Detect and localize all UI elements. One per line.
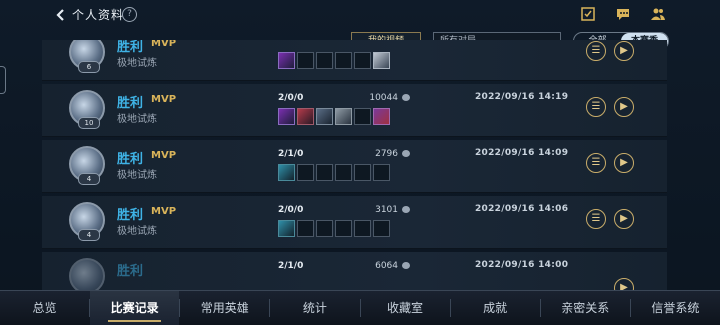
match-row[interactable]: 10 胜利 MVP 极地试炼 2/0/0 10044 2022/09/16 14… bbox=[42, 84, 667, 137]
score-value: 6064 bbox=[375, 261, 398, 271]
tab-match-history[interactable]: 比赛记录 bbox=[90, 291, 180, 325]
match-datetime: 2022/09/16 14:00 bbox=[475, 260, 569, 270]
list-icon[interactable]: ☰ bbox=[586, 153, 606, 173]
match-row[interactable]: 胜利 2/1/0 6064 2022/09/16 14:00 ▶ bbox=[42, 252, 667, 290]
match-row[interactable]: 4 胜利 MVP 极地试炼 2/0/0 3101 2022/09/16 14:0… bbox=[42, 196, 667, 249]
item-slot bbox=[316, 220, 333, 237]
item-slot bbox=[354, 52, 371, 69]
match-datetime: 2022/09/16 14:09 bbox=[475, 148, 569, 158]
list-icon[interactable]: ☰ bbox=[586, 41, 606, 61]
item-slot bbox=[373, 220, 390, 237]
item-slots bbox=[278, 220, 390, 237]
mvp-badge: MVP bbox=[151, 40, 177, 49]
game-mode: 极地试炼 bbox=[117, 114, 157, 125]
item-slot bbox=[278, 108, 295, 125]
side-handle[interactable] bbox=[0, 66, 6, 94]
back-arrow-icon[interactable] bbox=[54, 8, 68, 22]
match-list[interactable]: 6 胜利 MVP 极地试炼 ☰ ▶ 10 胜利 MVP 极地试炼 2/0/0 1… bbox=[42, 40, 667, 290]
item-slot bbox=[373, 164, 390, 181]
hero-level-badge: 6 bbox=[78, 61, 100, 73]
mvp-badge: MVP bbox=[151, 94, 177, 105]
item-slot bbox=[297, 108, 314, 125]
match-result: 胜利 bbox=[117, 208, 144, 223]
item-slot bbox=[316, 108, 333, 125]
match-datetime: 2022/09/16 14:06 bbox=[475, 204, 569, 214]
replay-icon[interactable]: ▶ bbox=[614, 153, 634, 173]
kda-stat: 2/1/0 bbox=[278, 149, 304, 159]
item-slots bbox=[278, 108, 390, 125]
coin-icon bbox=[402, 150, 410, 157]
hero-level-badge: 4 bbox=[78, 173, 100, 185]
match-row[interactable]: 4 胜利 MVP 极地试炼 2/1/0 2796 2022/09/16 14:0… bbox=[42, 140, 667, 193]
game-mode: 极地试炼 bbox=[117, 58, 157, 69]
help-icon[interactable]: ? bbox=[122, 7, 137, 22]
mvp-badge: MVP bbox=[151, 206, 177, 217]
replay-icon[interactable]: ▶ bbox=[614, 41, 634, 61]
hero-level-badge: 10 bbox=[78, 117, 100, 129]
item-slot bbox=[278, 52, 295, 69]
kda-stat: 2/0/0 bbox=[278, 205, 304, 215]
friends-icon[interactable] bbox=[650, 7, 666, 21]
hero-avatar bbox=[69, 258, 105, 290]
item-slot bbox=[335, 108, 352, 125]
coin-icon bbox=[402, 262, 410, 269]
bottom-nav: 总览 比赛记录 常用英雄 统计 收藏室 成就 亲密关系 信誉系统 bbox=[0, 290, 720, 325]
tab-achievements[interactable]: 成就 bbox=[451, 291, 540, 325]
replay-icon[interactable]: ▶ bbox=[614, 209, 634, 229]
tab-statistics[interactable]: 统计 bbox=[270, 291, 359, 325]
match-row[interactable]: 6 胜利 MVP 极地试炼 ☰ ▶ bbox=[42, 40, 667, 81]
match-result: 胜利 bbox=[117, 152, 144, 167]
kda-stat: 2/0/0 bbox=[278, 93, 304, 103]
page-title: 个人资料 bbox=[72, 8, 125, 22]
item-slot bbox=[354, 108, 371, 125]
item-slots bbox=[278, 164, 390, 181]
checklist-icon[interactable] bbox=[580, 7, 596, 21]
item-slot bbox=[354, 164, 371, 181]
kda-stat: 2/1/0 bbox=[278, 261, 304, 271]
item-slot bbox=[335, 220, 352, 237]
item-slot bbox=[335, 164, 352, 181]
match-datetime: 2022/09/16 14:19 bbox=[475, 92, 569, 102]
tab-overview[interactable]: 总览 bbox=[0, 291, 89, 325]
match-result: 胜利 bbox=[117, 264, 144, 279]
tab-favorite-heroes[interactable]: 常用英雄 bbox=[180, 291, 269, 325]
item-slot bbox=[316, 52, 333, 69]
item-slot bbox=[316, 164, 333, 181]
item-slot bbox=[278, 164, 295, 181]
hero-level-badge: 4 bbox=[78, 229, 100, 241]
item-slot bbox=[297, 220, 314, 237]
list-icon[interactable]: ☰ bbox=[586, 209, 606, 229]
mvp-badge: MVP bbox=[151, 150, 177, 161]
tab-relationships[interactable]: 亲密关系 bbox=[541, 291, 630, 325]
coin-icon bbox=[402, 206, 410, 213]
tab-reputation[interactable]: 信誉系统 bbox=[631, 291, 720, 325]
score-value: 3101 bbox=[375, 205, 398, 215]
tab-collection[interactable]: 收藏室 bbox=[361, 291, 450, 325]
item-slot bbox=[335, 52, 352, 69]
list-icon[interactable]: ☰ bbox=[586, 97, 606, 117]
game-mode: 极地试炼 bbox=[117, 170, 157, 181]
item-slots bbox=[278, 52, 390, 69]
replay-icon[interactable]: ▶ bbox=[614, 278, 634, 290]
score-value: 10044 bbox=[369, 93, 398, 103]
item-slot bbox=[297, 52, 314, 69]
item-slot bbox=[354, 220, 371, 237]
score-value: 2796 bbox=[375, 149, 398, 159]
match-result: 胜利 bbox=[117, 40, 144, 55]
match-result: 胜利 bbox=[117, 96, 144, 111]
item-slot bbox=[373, 108, 390, 125]
profile-screen: 个人资料 ? 我的视频 所有对局 ⌄ 全部 本赛季 6 胜利 MVP 极地试炼 bbox=[0, 0, 720, 325]
message-icon[interactable] bbox=[615, 7, 631, 21]
coin-icon bbox=[402, 94, 410, 101]
replay-icon[interactable]: ▶ bbox=[614, 97, 634, 117]
item-slot bbox=[373, 52, 390, 69]
game-mode: 极地试炼 bbox=[117, 226, 157, 237]
item-slot bbox=[278, 220, 295, 237]
item-slot bbox=[297, 164, 314, 181]
